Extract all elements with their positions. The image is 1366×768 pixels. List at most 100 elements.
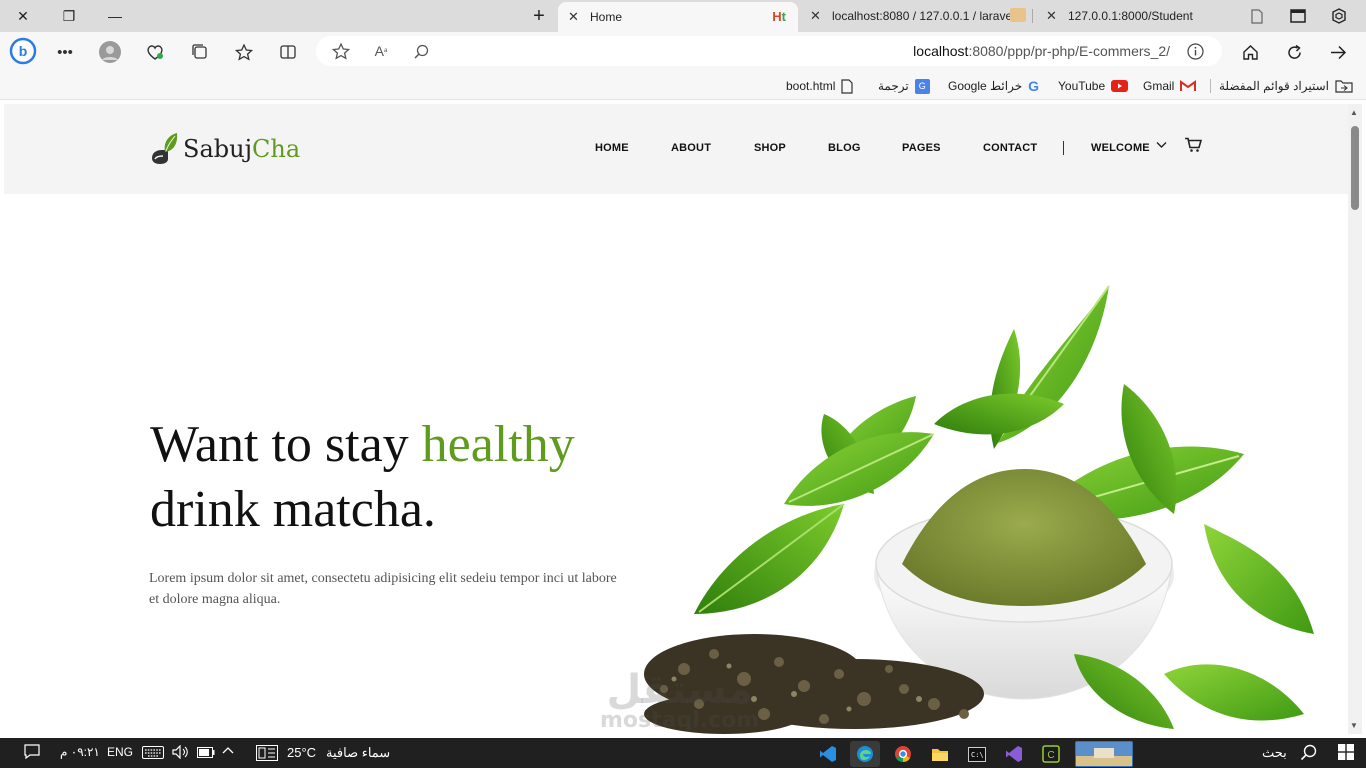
- hero-title: Want to stay healthy drink matcha.: [150, 416, 575, 538]
- tea-leaf-logo-icon: [152, 133, 178, 164]
- site-header: SabujCha HOME ABOUT SHOP BLOG PAGES CONT…: [4, 104, 1348, 194]
- nav-divider: [1063, 141, 1064, 155]
- nav-about[interactable]: ABOUT: [671, 142, 711, 154]
- scrollbar-thumb[interactable]: [1351, 126, 1359, 210]
- widgets-icon[interactable]: [256, 745, 278, 761]
- bing-icon[interactable]: b: [8, 36, 38, 66]
- new-tab-button[interactable]: +: [516, 0, 562, 32]
- svg-text:C:\: C:\: [971, 751, 984, 759]
- tab-localhost-8080[interactable]: ✕ localhost:8080 / 127.0.0.1 / larave: [800, 0, 1030, 32]
- close-icon: ✕: [17, 7, 29, 24]
- svg-text:C: C: [1047, 750, 1054, 761]
- google-icon: G: [1028, 78, 1040, 94]
- youtube-icon: [1111, 80, 1129, 92]
- refresh-icon[interactable]: [1281, 40, 1307, 64]
- desktop-thumbnail[interactable]: [1075, 741, 1133, 767]
- profile-avatar[interactable]: [97, 40, 123, 64]
- bookmark-google-maps[interactable]: Google خرائط G: [948, 77, 1039, 95]
- screen: { "browser": { "window_controls": { "clo…: [0, 0, 1366, 768]
- translate-icon: G: [914, 78, 930, 94]
- bookmark-translate[interactable]: ترجمة G: [878, 77, 930, 95]
- bookmark-gmail[interactable]: Gmail: [1143, 77, 1197, 95]
- workspaces-icon[interactable]: [1316, 0, 1362, 32]
- logo-text: SabujCha: [183, 135, 301, 163]
- url-text: localhost:8080/ppp/pr-php/E-commers_2/: [913, 43, 1170, 59]
- read-aloud-icon[interactable]: Aᵃ: [368, 39, 394, 63]
- plus-icon: +: [533, 4, 545, 27]
- bookmark-youtube[interactable]: YouTube: [1058, 77, 1129, 95]
- close-window-button[interactable]: ✕: [0, 0, 46, 32]
- watermark: مستقل mostaql.com: [600, 667, 760, 733]
- zoom-icon[interactable]: [408, 39, 434, 63]
- matcha-hero-image: [644, 285, 1314, 734]
- chevron-down-icon[interactable]: [1156, 140, 1167, 152]
- split-screen-icon[interactable]: [275, 40, 301, 64]
- nav-welcome[interactable]: WELCOME: [1091, 142, 1150, 154]
- tab-label: Home: [590, 10, 623, 24]
- terminal-icon[interactable]: C:\: [962, 741, 992, 767]
- search-icon[interactable]: [1300, 744, 1317, 761]
- more-icon[interactable]: •••: [52, 40, 78, 64]
- chrome-icon[interactable]: [888, 741, 918, 767]
- minimize-icon: —: [108, 8, 122, 24]
- tab-label: 127.0.0.1:8000/Student: [1068, 9, 1193, 23]
- app-icon[interactable]: C: [1036, 741, 1066, 767]
- bookmark-boot-html[interactable]: boot.html: [786, 77, 853, 95]
- gmail-icon: [1180, 80, 1197, 91]
- nav-pages[interactable]: PAGES: [902, 142, 941, 154]
- cart-icon[interactable]: [1184, 137, 1203, 156]
- page-scrollbar[interactable]: ▲ ▼: [1348, 104, 1362, 734]
- bookmarks-bar: boot.html ترجمة G Google خرائط G YouTube…: [0, 72, 1366, 100]
- favicon-icon: Ht: [772, 9, 786, 24]
- folder-import-icon: [1335, 80, 1353, 93]
- vscode-icon[interactable]: [813, 741, 843, 767]
- nav-home[interactable]: HOME: [595, 142, 629, 154]
- language-indicator[interactable]: ENG: [107, 745, 133, 759]
- svg-text:b: b: [19, 43, 28, 59]
- hero-text: Lorem ipsum dolor sit amet, consectetu a…: [149, 571, 617, 607]
- browser-essentials-icon[interactable]: [142, 40, 168, 64]
- visual-studio-icon[interactable]: [999, 741, 1029, 767]
- scroll-up-icon[interactable]: ▲: [1350, 108, 1358, 117]
- favicon-icon: [1010, 8, 1026, 22]
- volume-icon[interactable]: [172, 745, 189, 759]
- page-icon[interactable]: [1234, 0, 1280, 32]
- bookmark-import-favorites[interactable]: استيراد قوائم المفضلة: [1219, 77, 1353, 95]
- tab-strip: ✕ ❐ — + ✕ Home Ht ✕ localhost:8080 / 127…: [0, 0, 1366, 32]
- collections-icon[interactable]: [187, 40, 213, 64]
- weather-text[interactable]: سماء صافية: [326, 745, 390, 761]
- tab-close-icon[interactable]: ✕: [568, 9, 584, 25]
- home-icon[interactable]: [1237, 40, 1263, 64]
- edge-icon[interactable]: [850, 741, 880, 767]
- tab-student[interactable]: ✕ 127.0.0.1:8000/Student: [1036, 0, 1236, 32]
- weather-temp[interactable]: 25°C: [287, 745, 316, 760]
- favorites-icon[interactable]: [231, 40, 257, 64]
- nav-shop[interactable]: SHOP: [754, 142, 786, 154]
- tab-close-icon[interactable]: ✕: [810, 8, 826, 24]
- tab-actions-icon[interactable]: [1275, 0, 1321, 32]
- site-logo[interactable]: SabujCha: [149, 131, 300, 167]
- taskbar: ٠٩:٢١ م ENG 25°C سماء صافية C:\ C بحث: [0, 738, 1366, 768]
- file-explorer-icon[interactable]: [925, 741, 955, 767]
- battery-icon[interactable]: [197, 747, 215, 758]
- nav-blog[interactable]: BLOG: [828, 142, 861, 154]
- file-icon: [841, 78, 853, 94]
- add-favorite-star-icon[interactable]: [328, 39, 354, 63]
- tab-close-icon[interactable]: ✕: [1046, 8, 1062, 24]
- forward-icon[interactable]: [1325, 40, 1351, 64]
- site-info-icon[interactable]: [1182, 39, 1208, 63]
- keyboard-icon[interactable]: [142, 746, 164, 759]
- tab-home[interactable]: ✕ Home Ht: [558, 2, 798, 32]
- tab-label: localhost:8080 / 127.0.0.1 / larave: [832, 9, 1013, 23]
- search-label[interactable]: بحث: [1262, 745, 1287, 761]
- scroll-down-icon[interactable]: ▼: [1350, 721, 1358, 730]
- restore-window-button[interactable]: ❐: [46, 0, 92, 32]
- chevron-up-icon[interactable]: [222, 746, 234, 754]
- windows-start-icon[interactable]: [1338, 744, 1354, 760]
- address-bar[interactable]: Aᵃ localhost:8080/ppp/pr-php/E-commers_2…: [316, 36, 1222, 66]
- restore-icon: ❐: [62, 7, 76, 24]
- notifications-icon[interactable]: [24, 744, 40, 759]
- nav-contact[interactable]: CONTACT: [983, 142, 1037, 154]
- clock-time[interactable]: ٠٩:٢١ م: [60, 745, 100, 759]
- minimize-window-button[interactable]: —: [92, 0, 138, 32]
